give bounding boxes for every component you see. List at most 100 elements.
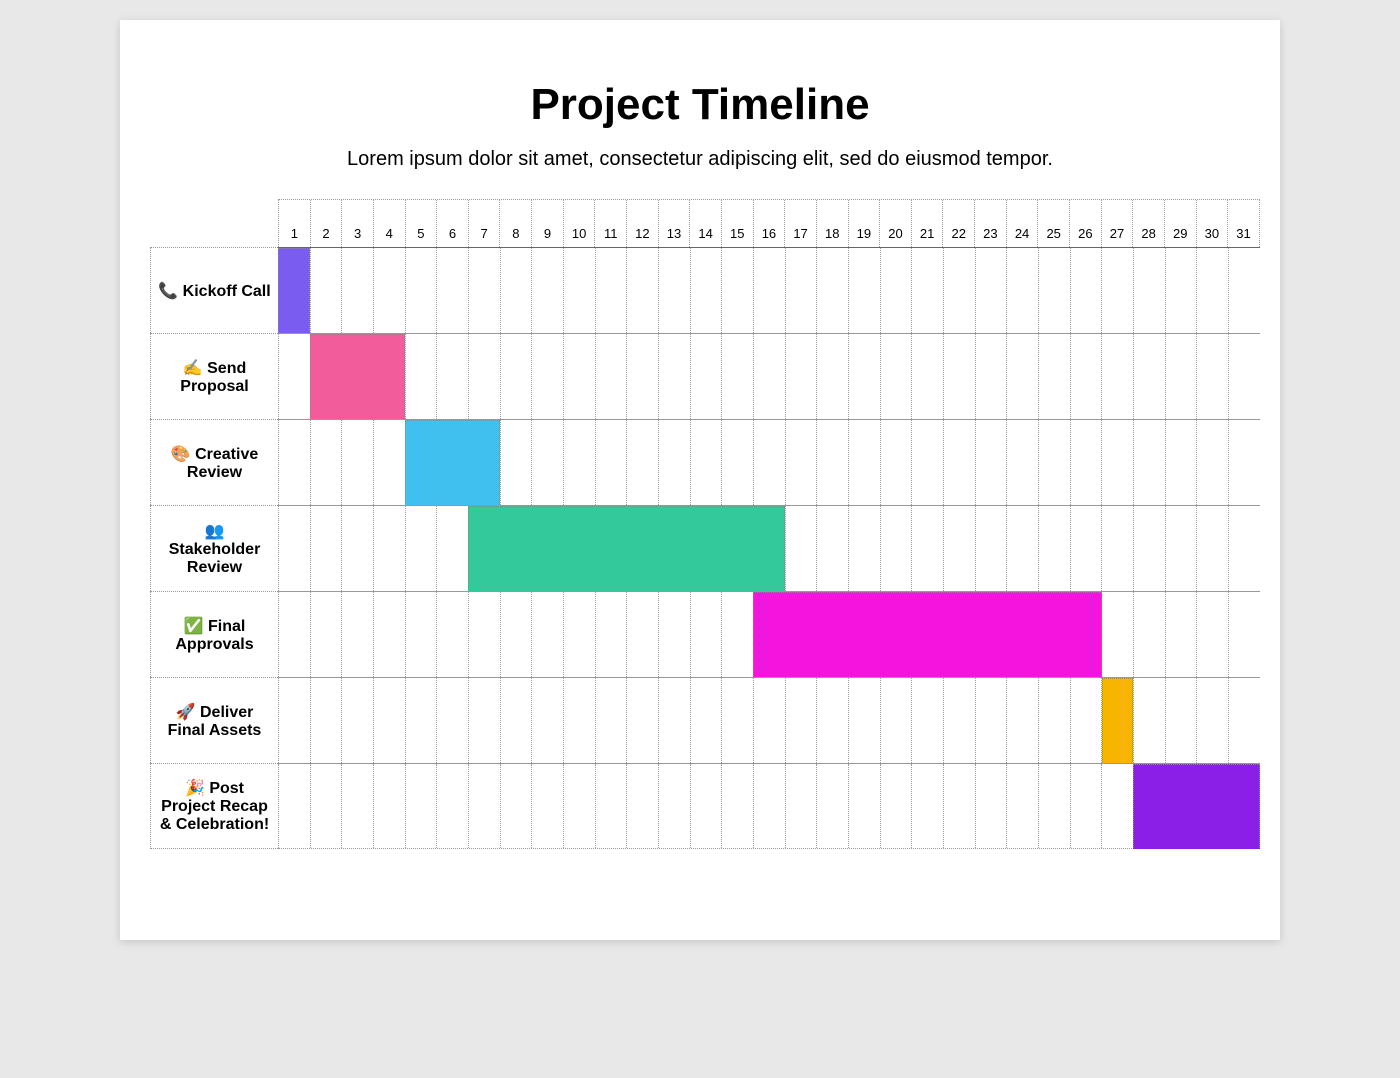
grid-cell — [975, 506, 1007, 591]
chart-title: Project Timeline — [150, 80, 1250, 130]
day-header-cell: 14 — [689, 200, 721, 247]
grid-cell — [373, 248, 405, 333]
grid-cell — [405, 678, 437, 763]
gantt-bar[interactable] — [753, 592, 1101, 678]
day-header-cell: 13 — [658, 200, 690, 247]
gantt-row — [278, 419, 1260, 505]
grid-cell — [278, 420, 310, 505]
grid-cell — [721, 420, 753, 505]
gantt-bar[interactable] — [278, 248, 310, 334]
day-header-cell: 28 — [1132, 200, 1164, 247]
gantt-chart: 📞 Kickoff Call✍️ Send Proposal🎨 Creative… — [150, 199, 1260, 849]
gantt-bar[interactable] — [468, 506, 785, 592]
grid-cell — [310, 420, 342, 505]
grid-cell — [943, 506, 975, 591]
label-spacer — [150, 199, 278, 247]
grid-cell — [1228, 678, 1260, 763]
grid-cell — [943, 764, 975, 848]
grid-cell — [405, 592, 437, 677]
grid-cell — [1196, 420, 1228, 505]
grid-cell — [721, 764, 753, 848]
grid-cell — [911, 506, 943, 591]
day-header-cell: 21 — [911, 200, 943, 247]
day-header-cell: 20 — [879, 200, 911, 247]
grid-cell — [816, 678, 848, 763]
gantt-row — [278, 677, 1260, 763]
grid-cell — [690, 420, 722, 505]
task-label-text: Post Project Recap & Celebration! — [160, 780, 269, 833]
grid-cell — [880, 764, 912, 848]
grid-cell — [468, 334, 500, 419]
gantt-bar[interactable] — [1133, 764, 1260, 849]
grid-cell — [721, 592, 753, 677]
grid-cell — [310, 506, 342, 591]
grid-cell — [278, 678, 310, 763]
grid-cell — [405, 764, 437, 848]
grid-cell — [500, 764, 532, 848]
grid-cell — [626, 592, 658, 677]
day-header-cell: 4 — [373, 200, 405, 247]
grid-cell — [1165, 506, 1197, 591]
grid-cell — [721, 334, 753, 419]
grid-cell — [848, 420, 880, 505]
grid-cell — [658, 420, 690, 505]
grid-cell — [531, 334, 563, 419]
grid-cell — [1165, 334, 1197, 419]
grid-cell — [563, 764, 595, 848]
grid-cell — [1165, 678, 1197, 763]
grid-cell — [310, 248, 342, 333]
grid-cell — [943, 334, 975, 419]
day-header-cell: 5 — [405, 200, 437, 247]
grid-cell — [1038, 334, 1070, 419]
grid-cell — [341, 592, 373, 677]
grid-cell — [721, 248, 753, 333]
day-header-cell: 19 — [848, 200, 880, 247]
grid-cell — [753, 334, 785, 419]
grid-cell — [880, 248, 912, 333]
task-label-text: Creative Review — [187, 446, 258, 481]
grid-cell — [785, 420, 817, 505]
grid-cell — [626, 248, 658, 333]
task-label: 📞 Kickoff Call — [150, 247, 278, 333]
grid-cell — [563, 592, 595, 677]
grid-cell — [468, 678, 500, 763]
gantt-bar[interactable] — [310, 334, 405, 420]
grid-cell — [1038, 248, 1070, 333]
grid-cell — [1038, 678, 1070, 763]
grid-cell — [880, 506, 912, 591]
gantt-bar[interactable] — [1102, 678, 1134, 764]
day-header-cell: 15 — [721, 200, 753, 247]
grid-cell — [658, 592, 690, 677]
task-label: 🚀 Deliver Final Assets — [150, 677, 278, 763]
gantt-bar[interactable] — [405, 420, 500, 506]
task-label: 🎉 Post Project Recap & Celebration! — [150, 763, 278, 849]
grid-cell — [880, 334, 912, 419]
grid-cell — [1228, 506, 1260, 591]
grid-cell — [1101, 506, 1133, 591]
grid-cell — [1006, 678, 1038, 763]
grid-cell — [975, 334, 1007, 419]
grid-cell — [1196, 334, 1228, 419]
grid-cell — [1070, 678, 1102, 763]
grid-cell — [911, 334, 943, 419]
grid-cell — [1070, 248, 1102, 333]
grid-cell — [848, 248, 880, 333]
day-header-cell: 7 — [468, 200, 500, 247]
grid-cell — [1165, 248, 1197, 333]
grid-cell — [1101, 764, 1133, 848]
grid-cell — [341, 506, 373, 591]
grid-cell — [943, 420, 975, 505]
grid-cell — [1196, 506, 1228, 591]
grid-cell — [1038, 420, 1070, 505]
grid-cell — [1038, 764, 1070, 848]
grid-cell — [816, 334, 848, 419]
grid-cell — [500, 420, 532, 505]
grid-cell — [1038, 506, 1070, 591]
task-label: ✅ Final Approvals — [150, 591, 278, 677]
grid-cell — [436, 764, 468, 848]
grid-cell — [531, 764, 563, 848]
grid-cell — [690, 592, 722, 677]
grid-cell — [975, 764, 1007, 848]
grid-cell — [1196, 248, 1228, 333]
gantt-row — [278, 763, 1260, 849]
